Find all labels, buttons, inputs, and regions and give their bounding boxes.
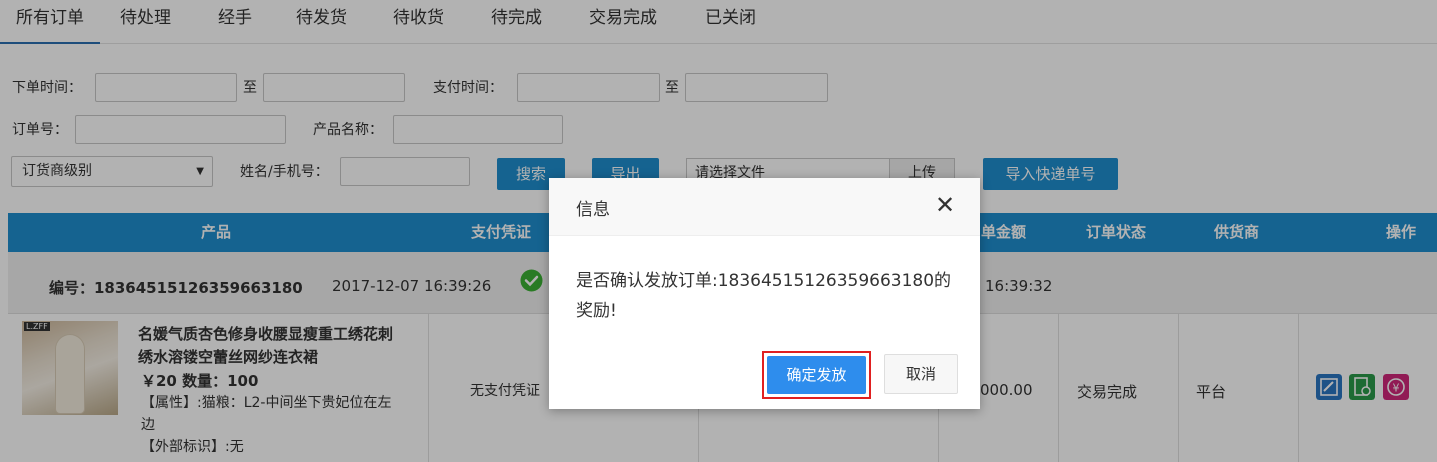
confirm-highlight: 确定发放 [762,351,871,399]
dialog-title: 信息 [576,200,610,220]
close-icon[interactable]: ✕ [934,193,956,217]
cancel-button[interactable]: 取消 [884,354,958,394]
confirm-release-button[interactable]: 确定发放 [767,356,866,394]
confirm-dialog: 信息 ✕ 是否确认发放订单:18364515126359663180的奖励! 确… [549,178,980,409]
dialog-message: 是否确认发放订单:18364515126359663180的奖励! [576,271,952,321]
dialog-header: 信息 ✕ [549,178,980,236]
